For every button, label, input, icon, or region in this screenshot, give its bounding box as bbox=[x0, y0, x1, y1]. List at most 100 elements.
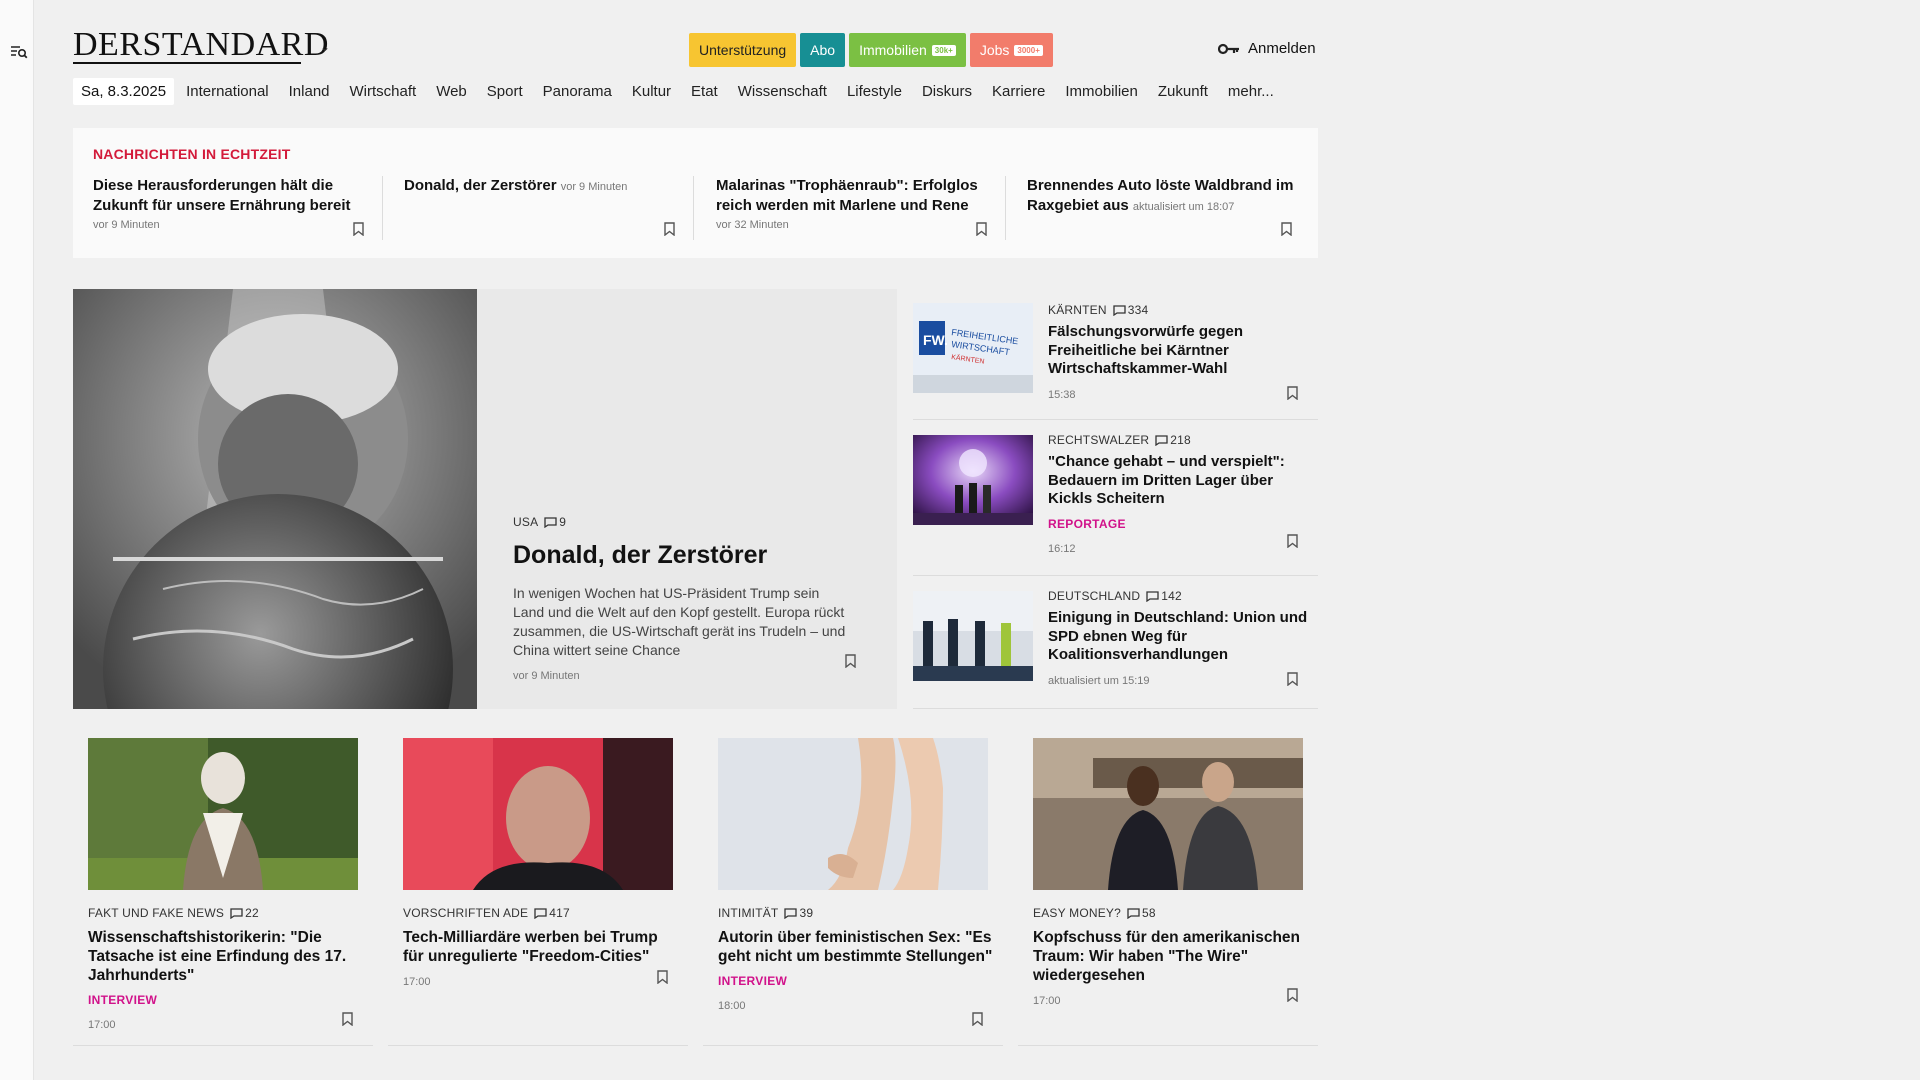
hero-title: Donald, der Zerstörer bbox=[513, 541, 768, 569]
ticker-item-title: Diese Herausforderungen hält die Zukunft… bbox=[93, 177, 351, 214]
side-article[interactable]: RECHTSWALZER 218 "Chance gehabt – und ve… bbox=[913, 420, 1318, 576]
pill-label: Immobilien bbox=[859, 42, 927, 58]
ticker-title: NACHRICHTEN IN ECHTZEIT bbox=[93, 146, 291, 162]
nav-item-karriere[interactable]: Karriere bbox=[992, 83, 1045, 100]
nav-item-inland[interactable]: Inland bbox=[289, 83, 330, 100]
comment-icon[interactable] bbox=[1155, 434, 1168, 446]
hero-time: vor 9 Minuten bbox=[513, 670, 580, 682]
comment-icon[interactable] bbox=[784, 907, 798, 919]
ticker-item[interactable]: Donald, der Zerstörer vor 9 Minuten bbox=[404, 176, 694, 240]
hero-image bbox=[73, 289, 477, 709]
side-article[interactable]: FW. FREIHEITLICHE WIRTSCHAFT KÄRNTEN KÄR… bbox=[913, 289, 1318, 420]
nav-item-diskurs[interactable]: Diskurs bbox=[922, 83, 972, 100]
bookmark-icon[interactable] bbox=[845, 654, 856, 668]
nav-item-kultur[interactable]: Kultur bbox=[632, 83, 671, 100]
ticker-item[interactable]: Brennendes Auto löste Waldbrand im Raxge… bbox=[1027, 176, 1302, 240]
article-card[interactable]: VORSCHRIFTEN ADE 417 Tech-Milliardäre we… bbox=[388, 738, 688, 1046]
hero-kicker: USA 9 bbox=[513, 515, 853, 529]
bookmark-icon[interactable] bbox=[1287, 386, 1298, 400]
ticker-item-time: vor 9 Minuten bbox=[560, 181, 628, 193]
comment-count: 22 bbox=[245, 906, 259, 920]
nav-item-wirtschaft[interactable]: Wirtschaft bbox=[350, 83, 417, 100]
pill-label: Jobs bbox=[979, 42, 1010, 58]
article-label: INTERVIEW bbox=[718, 974, 788, 988]
nav-item-wissenschaft[interactable]: Wissenschaft bbox=[738, 83, 827, 100]
immobilien-button[interactable]: Immobilien 30k+ bbox=[849, 33, 966, 67]
article-time: 17:00 bbox=[1033, 995, 1061, 1007]
comment-count: 417 bbox=[549, 906, 570, 920]
side-article-time: 16:12 bbox=[1048, 542, 1076, 555]
nav-item-panorama[interactable]: Panorama bbox=[543, 83, 612, 100]
svg-text:FW.: FW. bbox=[923, 332, 948, 348]
nav-item-mehr[interactable]: mehr... bbox=[1228, 83, 1274, 100]
comment-icon[interactable] bbox=[1113, 304, 1126, 316]
comment-icon[interactable] bbox=[230, 907, 243, 919]
chevron-down-icon[interactable]: ⌄ bbox=[320, 40, 330, 54]
kicker-label: FAKT UND FAKE NEWS bbox=[88, 906, 225, 920]
ticker-item[interactable]: Malarinas "Trophäenraub": Erfolglos reic… bbox=[716, 176, 1006, 240]
bookmark-icon[interactable] bbox=[353, 222, 364, 236]
header-pills: Unterstützung Abo Immobilien 30k+ Jobs 300… bbox=[689, 33, 1053, 67]
bookmark-icon[interactable] bbox=[342, 1012, 353, 1026]
nav-item-lifestyle[interactable]: Lifestyle bbox=[847, 83, 902, 100]
article-card-text: EASY MONEY? 58 Kopfschuss für den amerik… bbox=[1033, 906, 1308, 1007]
bookmark-icon[interactable] bbox=[976, 222, 987, 236]
kicker: DEUTSCHLAND 142 bbox=[1048, 589, 1308, 603]
article-time: 18:00 bbox=[718, 1000, 746, 1012]
nav-item-zukunft[interactable]: Zukunft bbox=[1158, 83, 1208, 100]
ticker-item-time: aktualisiert um 18:07 bbox=[1132, 201, 1235, 213]
side-article[interactable]: DEUTSCHLAND 142 Einigung in Deutschland:… bbox=[913, 576, 1318, 709]
abo-button[interactable]: Abo bbox=[800, 33, 846, 67]
login-button[interactable]: Anmelden bbox=[1218, 40, 1316, 57]
article-thumbnail: FW. FREIHEITLICHE WIRTSCHAFT KÄRNTEN bbox=[913, 303, 1033, 393]
main-nav: Sa, 8.3.2025 International Inland Wirtsc… bbox=[73, 78, 1294, 105]
ticker-item[interactable]: Diese Herausforderungen hält die Zukunft… bbox=[93, 176, 383, 240]
nav-item-sport[interactable]: Sport bbox=[487, 83, 523, 100]
side-article-title: Fälschungsvorwürfe gegen Freiheitliche b… bbox=[1048, 323, 1244, 377]
bookmark-icon[interactable] bbox=[1281, 222, 1292, 236]
nav-item-etat[interactable]: Etat bbox=[691, 83, 718, 100]
article-label: INTERVIEW bbox=[88, 993, 158, 1007]
bookmark-icon[interactable] bbox=[972, 1012, 983, 1026]
article-card-text: INTIMITÄT 39 Autorin über feministischen… bbox=[718, 906, 993, 1012]
article-card[interactable]: INTIMITÄT 39 Autorin über feministischen… bbox=[703, 738, 1003, 1046]
nav-item-web[interactable]: Web bbox=[436, 83, 467, 100]
nav-item-international[interactable]: International bbox=[186, 83, 269, 100]
nav-item-immobilien[interactable]: Immobilien bbox=[1065, 83, 1138, 100]
nav-date: Sa, 8.3.2025 bbox=[73, 78, 175, 105]
side-article-title: "Chance gehabt – und verspielt": Bedauer… bbox=[1048, 453, 1285, 507]
comment-count: 9 bbox=[559, 515, 567, 529]
live-ticker: NACHRICHTEN IN ECHTZEIT Diese Herausford… bbox=[73, 128, 1318, 258]
bookmark-icon[interactable] bbox=[1287, 534, 1298, 548]
hero-article[interactable]: USA 9 Donald, der Zerstörer In wenigen W… bbox=[73, 289, 897, 709]
bookmark-icon[interactable] bbox=[657, 970, 668, 984]
comment-icon[interactable] bbox=[1127, 907, 1140, 919]
article-title: Autorin über feministischen Sex: "Es geh… bbox=[718, 929, 993, 965]
side-article-text: RECHTSWALZER 218 "Chance gehabt – und ve… bbox=[1048, 433, 1308, 555]
article-title: Tech-Milliardäre werben bei Trump für un… bbox=[403, 929, 658, 965]
jobs-button[interactable]: Jobs 3000+ bbox=[969, 33, 1053, 67]
bookmark-icon[interactable] bbox=[1287, 672, 1298, 686]
article-image bbox=[88, 738, 358, 890]
kicker: EASY MONEY? 58 bbox=[1033, 906, 1308, 920]
hero-text: USA 9 Donald, der Zerstörer In wenigen W… bbox=[513, 515, 853, 682]
comment-icon[interactable] bbox=[1146, 590, 1159, 602]
ticker-item-title-line: Donald, der Zerstörer vor 9 Minuten bbox=[404, 176, 693, 197]
kicker-label: RECHTSWALZER bbox=[1048, 433, 1150, 447]
side-article-title: Einigung in Deutschland: Union und SPD e… bbox=[1048, 609, 1308, 663]
article-card[interactable]: EASY MONEY? 58 Kopfschuss für den amerik… bbox=[1018, 738, 1318, 1046]
article-card[interactable]: FAKT UND FAKE NEWS 22 Wissenschaftshisto… bbox=[73, 738, 373, 1046]
kicker: RECHTSWALZER 218 bbox=[1048, 433, 1308, 447]
article-thumbnail bbox=[913, 591, 1033, 681]
kicker-label: EASY MONEY? bbox=[1033, 906, 1122, 920]
unterstuetzung-button[interactable]: Unterstützung bbox=[689, 33, 797, 67]
search-menu-icon[interactable] bbox=[10, 44, 28, 60]
side-article-list: FW. FREIHEITLICHE WIRTSCHAFT KÄRNTEN KÄR… bbox=[913, 289, 1318, 709]
bookmark-icon[interactable] bbox=[1287, 988, 1298, 1002]
article-card-text: FAKT UND FAKE NEWS 22 Wissenschaftshisto… bbox=[88, 906, 363, 1031]
comment-icon[interactable] bbox=[544, 516, 557, 528]
site-logo[interactable]: DERSTANDARD bbox=[73, 28, 329, 62]
side-article-time: 15:38 bbox=[1048, 388, 1076, 401]
bookmark-icon[interactable] bbox=[664, 222, 675, 236]
comment-icon[interactable] bbox=[534, 907, 547, 919]
